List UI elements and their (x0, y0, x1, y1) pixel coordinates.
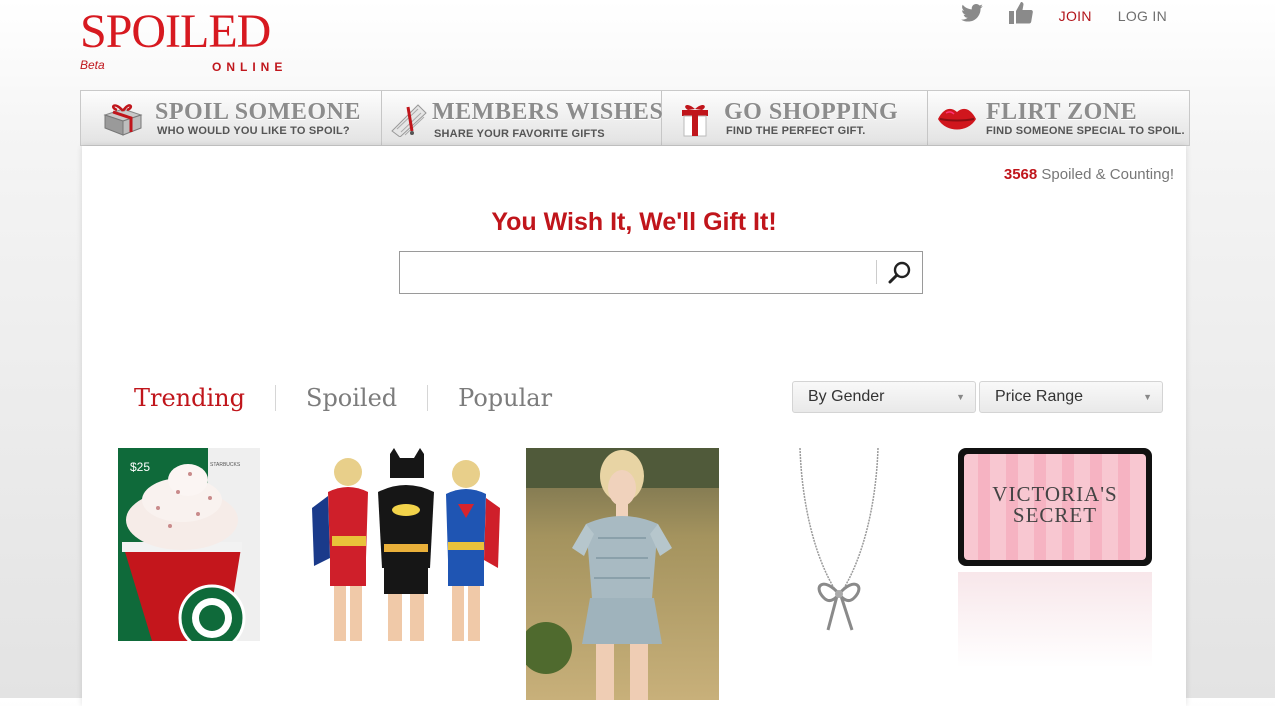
main-content: 3568 Spoiled & Counting! You Wish It, We… (82, 146, 1186, 706)
tab-divider (275, 385, 276, 411)
lips-icon (936, 101, 978, 137)
tab-trending[interactable]: Trending (134, 384, 245, 412)
superhero-costumes-image (308, 448, 503, 641)
victorias-secret-card-image (958, 448, 1152, 668)
product-victorias-secret-card[interactable]: VICTORIA'S SECRET (958, 448, 1152, 668)
twitter-icon[interactable] (960, 4, 983, 28)
gift-box-icon (101, 101, 143, 137)
product-bow-necklace[interactable] (772, 447, 902, 641)
logo[interactable]: SPOILED Beta ONLINE (80, 6, 340, 76)
product-superhero-costumes[interactable] (308, 448, 503, 641)
join-link[interactable]: JOIN (1059, 8, 1092, 24)
search-input[interactable] (400, 252, 870, 293)
search-box (399, 251, 923, 294)
banner-title: SPOIL SOMEONE (155, 99, 361, 125)
chevron-down-icon: ▼ (956, 392, 965, 402)
search-icon[interactable] (886, 259, 914, 287)
banner-title: FLIRT ZONE (986, 99, 1138, 125)
gift-bow-icon (678, 101, 712, 137)
price-filter-label: Price Range (995, 388, 1084, 405)
feed-tabs: Trending Spoiled Popular (134, 384, 552, 412)
banner-subtitle: FIND SOMEONE SPECIAL TO SPOIL. (986, 125, 1185, 137)
logo-subtitle: ONLINE (212, 60, 288, 74)
login-link[interactable]: LOG IN (1118, 8, 1167, 24)
banner-go-shopping[interactable]: GO SHOPPING FIND THE PERFECT GIFT. (662, 91, 928, 145)
tagline: You Wish It, We'll Gift It! (491, 208, 777, 236)
spoiled-count: 3568 (1003, 166, 1038, 183)
bow-necklace-image (772, 447, 902, 641)
tab-divider (427, 385, 429, 411)
starbucks-card-value: $25 (130, 460, 151, 474)
chevron-down-icon: ▼ (1143, 392, 1152, 402)
vs-card-line2: SECRET (1012, 503, 1098, 527)
banner-subtitle: SHARE YOUR FAVORITE GIFTS (434, 128, 605, 140)
banner-members-wishes[interactable]: MEMBERS WISHES SHARE YOUR FAVORITE GIFTS (382, 91, 664, 145)
top-nav: JOIN LOG IN (960, 2, 1167, 30)
price-filter-select[interactable]: Price Range ▼ (979, 381, 1163, 413)
starbucks-card-brand: STARBUCKS (210, 462, 241, 468)
banner-spoil-someone[interactable]: SPOIL SOMEONE WHO WOULD YOU LIKE TO SPOI… (81, 91, 382, 145)
lace-romper-image (520, 448, 719, 700)
banner-subtitle: FIND THE PERFECT GIFT. (726, 125, 866, 137)
banner-title: GO SHOPPING (724, 99, 899, 125)
spoiled-counter: 3568 Spoiled & Counting! (1004, 166, 1174, 183)
tab-spoiled[interactable]: Spoiled (306, 384, 397, 412)
wish-list-icon (388, 101, 430, 138)
gender-filter-select[interactable]: By Gender ▼ (792, 381, 976, 413)
spoiled-counter-label: Spoiled & Counting! (1037, 166, 1174, 183)
product-starbucks-card[interactable]: $25 STARBUCKS (118, 448, 260, 652)
tab-popular[interactable]: Popular (458, 384, 552, 412)
banner-subtitle: WHO WOULD YOU LIKE TO SPOIL? (157, 125, 350, 137)
search-divider (876, 260, 877, 284)
banner-flirt-zone[interactable]: FLIRT ZONE FIND SOMEONE SPECIAL TO SPOIL… (928, 91, 1189, 145)
logo-wordmark: SPOILED (80, 5, 271, 58)
gender-filter-label: By Gender (808, 388, 885, 405)
product-lace-romper[interactable] (520, 448, 719, 700)
logo-beta-label: Beta (80, 58, 105, 72)
starbucks-card-image (118, 448, 260, 652)
thumbs-up-icon[interactable] (1008, 2, 1033, 30)
banner-title: MEMBERS WISHES (432, 99, 664, 125)
category-banner: SPOIL SOMEONE WHO WOULD YOU LIKE TO SPOI… (80, 90, 1190, 146)
